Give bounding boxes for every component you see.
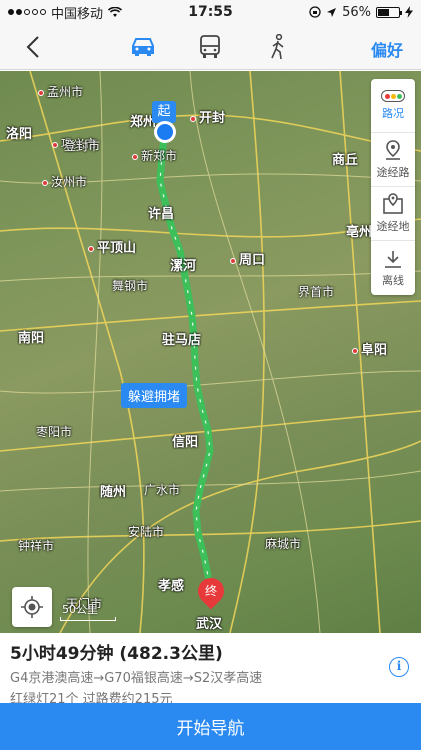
city-dengfeng: 登封市 bbox=[64, 139, 101, 153]
route-info-panel[interactable]: 5小时49分钟 (482.3公里) G4京港澳高速→G70福银高速→S2汉孝高速… bbox=[0, 633, 421, 707]
signal-icon bbox=[8, 9, 46, 15]
mode-walk-tab[interactable] bbox=[264, 33, 292, 61]
bus-icon bbox=[200, 35, 220, 58]
map-view[interactable]: 孟州市 巩义市 洛阳 郑州 开封 登封市 新郑市 商丘 汝州市 许昌 亳州 平顶… bbox=[0, 71, 421, 633]
back-button[interactable] bbox=[20, 34, 46, 60]
city-wuhan: 武汉 bbox=[196, 617, 223, 632]
city-xuchang: 许昌 bbox=[148, 207, 175, 222]
battery-fill bbox=[378, 8, 390, 16]
via-place-icon bbox=[383, 193, 403, 214]
traffic-toggle[interactable]: 路况 bbox=[371, 79, 415, 133]
waypoint-route-label: 途经路 bbox=[376, 166, 410, 179]
location-arrow-icon bbox=[327, 7, 337, 17]
city-shangqiu: 商丘 bbox=[332, 153, 359, 168]
city-jieshou: 界首市 bbox=[298, 285, 335, 299]
city-ruzhou: 汝州市 bbox=[42, 173, 87, 190]
end-marker[interactable]: 终 bbox=[192, 572, 230, 610]
city-zhongxiang: 钟祥市 bbox=[18, 539, 55, 553]
via-place-label: 途经地 bbox=[376, 220, 410, 233]
offline-button[interactable]: 离线 bbox=[371, 241, 415, 295]
city-zaoyang: 枣阳市 bbox=[36, 425, 73, 439]
preference-button[interactable]: 偏好 bbox=[371, 37, 403, 61]
carrier-label: 中国移动 bbox=[51, 6, 104, 22]
city-kaifeng: 开封 bbox=[190, 107, 225, 126]
wifi-icon bbox=[108, 6, 123, 17]
start-marker[interactable]: 起 bbox=[152, 101, 176, 123]
traffic-label: 路况 bbox=[382, 107, 404, 120]
charging-icon bbox=[405, 6, 413, 18]
city-luohe: 漯河 bbox=[170, 259, 197, 274]
mode-car-tab[interactable] bbox=[129, 33, 157, 61]
city-mengzhou: 孟州市 bbox=[38, 83, 83, 100]
city-xinyang: 信阳 bbox=[172, 435, 199, 450]
city-xinzheng: 新郑市 bbox=[132, 147, 177, 164]
avoid-congestion-tag[interactable]: 躲避拥堵 bbox=[121, 383, 188, 408]
map-scale-bar bbox=[60, 617, 116, 621]
nav-bar: 偏好 bbox=[0, 24, 421, 70]
city-suizhou: 随州 bbox=[100, 485, 127, 500]
route-roads: G4京港澳高速→G70福银高速→S2汉孝高速 bbox=[10, 671, 263, 686]
waypoint-route-button[interactable]: 途经路 bbox=[371, 133, 415, 187]
walk-icon bbox=[271, 34, 284, 60]
car-icon bbox=[132, 38, 154, 56]
status-left: 中国移动 bbox=[8, 3, 123, 22]
route-duration-distance: 5小时49分钟 (482.3公里) bbox=[10, 644, 223, 664]
map-scale-label: 50公里 bbox=[62, 603, 98, 616]
start-navigation-button[interactable]: 开始导航 bbox=[0, 703, 421, 750]
mode-bus-tab[interactable] bbox=[196, 33, 224, 61]
city-zhumadian: 驻马店 bbox=[162, 333, 202, 348]
status-time: 17:55 bbox=[188, 4, 233, 20]
offline-label: 离线 bbox=[382, 273, 404, 287]
battery-icon bbox=[376, 6, 402, 18]
download-icon bbox=[385, 250, 401, 268]
city-macheng: 麻城市 bbox=[265, 537, 302, 551]
end-marker-label: 终 bbox=[204, 584, 217, 598]
city-wugang: 舞钢市 bbox=[112, 279, 149, 293]
battery-percent: 56% bbox=[342, 4, 371, 20]
city-bozhou: 亳州 bbox=[346, 225, 373, 240]
waypoint-route-icon bbox=[386, 140, 400, 160]
locate-me-button[interactable] bbox=[12, 587, 52, 627]
city-luoyang: 洛阳 bbox=[6, 127, 33, 142]
map-tool-panel: 路况 途经路 途经地 离线 bbox=[371, 79, 415, 295]
city-zhoukou: 周口 bbox=[230, 249, 265, 268]
current-location-dot bbox=[154, 121, 176, 143]
city-xiaogan: 孝感 bbox=[158, 579, 185, 594]
via-place-button[interactable]: 途经地 bbox=[371, 187, 415, 241]
city-guangshui: 广水市 bbox=[144, 483, 181, 497]
status-right: 56% bbox=[309, 5, 413, 20]
locate-icon bbox=[21, 596, 43, 618]
status-bar: 中国移动 17:55 56% bbox=[0, 0, 421, 24]
chevron-left-icon bbox=[26, 36, 39, 58]
traffic-icon bbox=[381, 90, 405, 102]
city-fuyang: 阜阳 bbox=[352, 339, 387, 358]
city-anlu: 安陆市 bbox=[128, 525, 165, 539]
rotation-lock-icon bbox=[309, 6, 321, 18]
route-line bbox=[156, 125, 214, 580]
city-nanyang: 南阳 bbox=[18, 331, 45, 346]
info-icon[interactable]: i bbox=[389, 657, 409, 677]
city-pingdingshan: 平顶山 bbox=[88, 237, 136, 256]
